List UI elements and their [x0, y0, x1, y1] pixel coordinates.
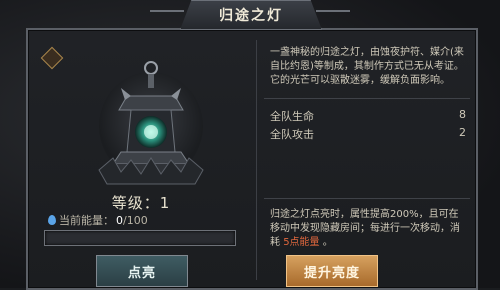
energy-cost: 5点能量	[283, 237, 320, 248]
window-title: 归途之灯	[180, 0, 322, 30]
stat-label: 全队攻击	[270, 128, 314, 141]
boost-brightness-button[interactable]: 提升亮度	[286, 255, 378, 287]
scroll-icon[interactable]	[40, 46, 64, 70]
energy-max: /100	[123, 213, 148, 227]
stat-row: 全队生命 8	[270, 108, 466, 124]
lamp-section: 等级：1 当前能量： 0 /100 点亮	[36, 40, 246, 287]
panel-divider	[256, 40, 257, 280]
light-button[interactable]: 点亮	[96, 255, 188, 287]
section-divider	[264, 98, 470, 99]
stat-value: 8	[459, 108, 466, 121]
effect-description: 归途之灯点亮时，属性提高200%，且可在移动中发现隐藏房间；每进行一次移动，消耗…	[270, 208, 468, 250]
lamp-icon	[98, 61, 204, 185]
lamp-level: 等级：1	[111, 194, 171, 212]
energy-drop-icon	[48, 215, 56, 225]
stat-label: 全队生命	[270, 110, 314, 123]
title-ornament-left	[150, 10, 184, 22]
stat-row: 全队攻击 2	[270, 126, 466, 142]
energy-readout: 当前能量： 0 /100	[48, 212, 238, 228]
title-ornament-right	[316, 10, 350, 22]
section-divider	[264, 198, 470, 199]
energy-label: 当前能量：	[59, 214, 114, 227]
stat-value: 2	[459, 126, 466, 139]
lamp-description: 一盏神秘的归途之灯，由蚀夜护符、媒介(来自比约恩)等制成，其制作方式已无从考证。…	[270, 47, 464, 86]
effect-text-end: 。	[319, 237, 333, 248]
energy-current: 0	[116, 213, 123, 227]
energy-bar	[44, 230, 236, 246]
